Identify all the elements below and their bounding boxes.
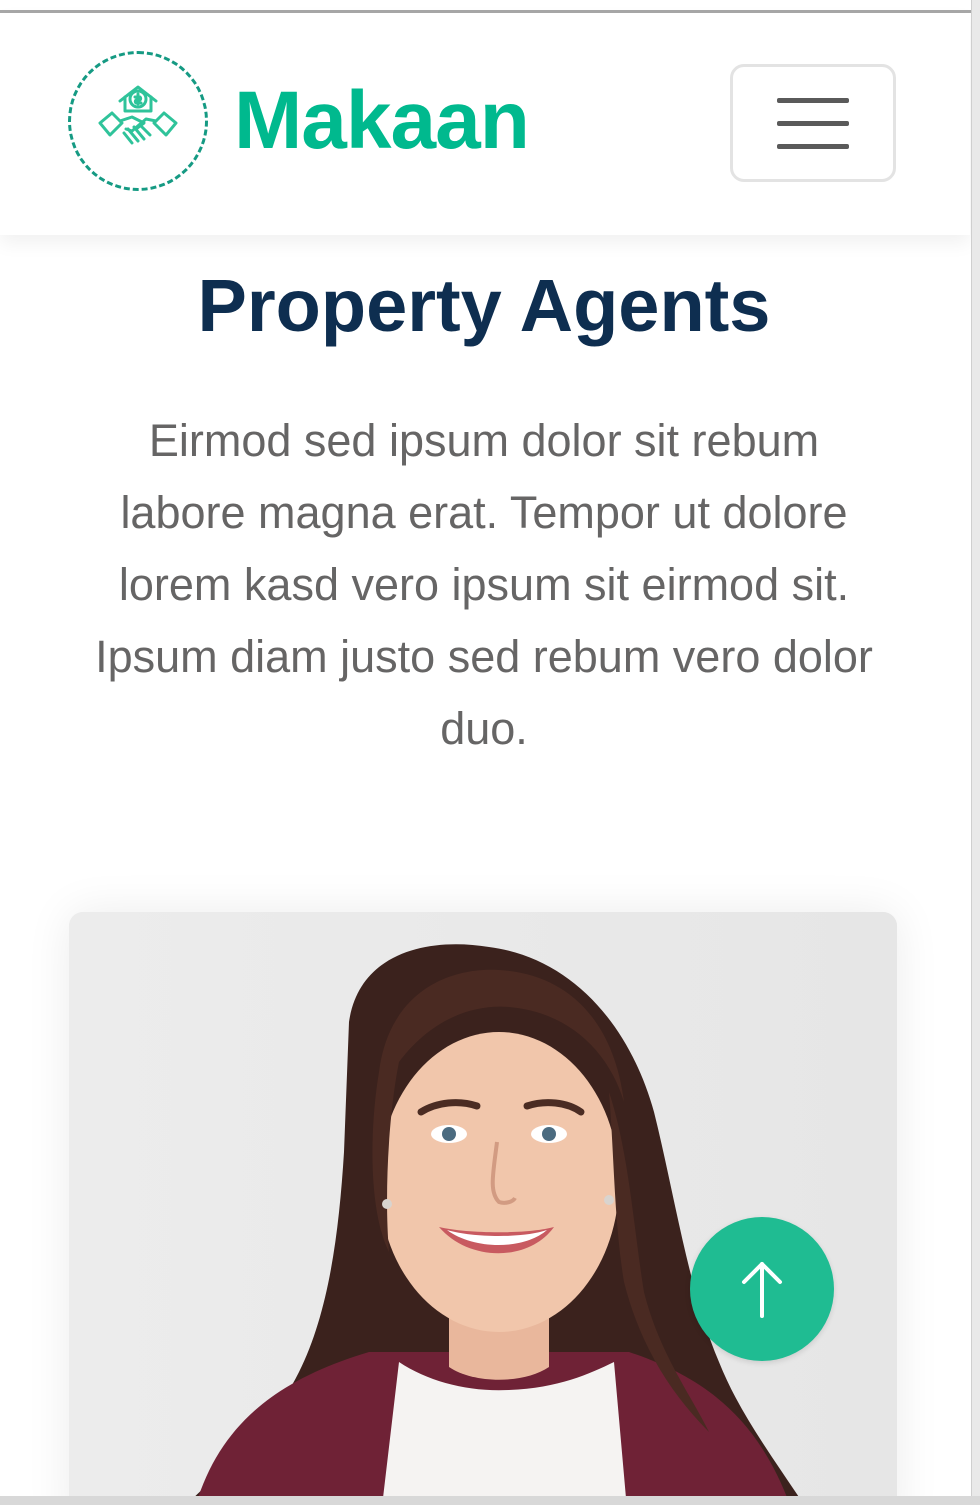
page: Makaan Property Agents Eirmod sed ipsum … xyxy=(0,0,980,1505)
back-to-top-button[interactable] xyxy=(690,1217,834,1361)
scrollbar-track[interactable] xyxy=(971,0,980,1505)
page-title: Property Agents xyxy=(197,264,771,347)
arrow-up-icon xyxy=(742,1262,782,1318)
handshake-house-icon xyxy=(68,51,208,191)
brand-name: Makaan xyxy=(234,75,530,166)
navbar: Makaan xyxy=(0,13,970,235)
brand-link[interactable]: Makaan xyxy=(68,51,530,191)
bottom-divider xyxy=(0,1496,980,1505)
hamburger-icon xyxy=(777,80,849,167)
agent-photo xyxy=(69,912,897,1505)
agent-card xyxy=(69,912,897,1505)
menu-toggle-button[interactable] xyxy=(730,64,896,182)
section-description: Eirmod sed ipsum dolor sit rebum labore … xyxy=(95,415,873,754)
